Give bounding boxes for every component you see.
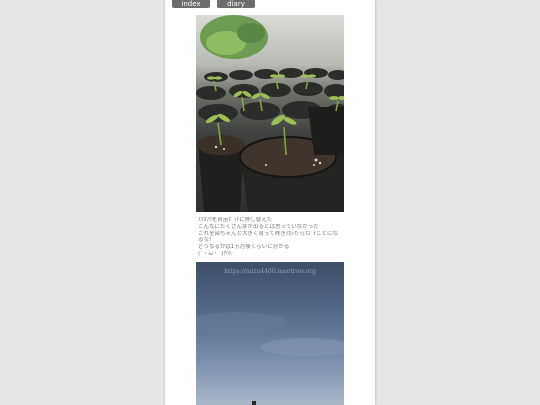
caption-line: これ全部ちゃんと大きく育って咲きｿﾛｯたらｽｺﾞｲことにな (198, 230, 338, 237)
caption-line: ｽｲｶｿｳを育苗ﾎﾟｯﾄに移し替えた (198, 217, 273, 223)
diary-index-button[interactable]: diary index (217, 0, 255, 16)
caption-line: (´・ω・`)ｱﾊﾊ (198, 250, 232, 257)
seedlings-image (196, 15, 344, 212)
sky-image (196, 312, 344, 405)
caption-line: どうなるかは1ヵ月後くらいに分かる (198, 244, 290, 251)
sky-photo: https://mizu4460.meetrow.org (196, 262, 344, 405)
diary-caption: ｽｲｶｿｳを育苗ﾎﾟｯﾄに移し替えた こんなにたくさん芽が出るとは思っていなかっ… (198, 217, 346, 258)
caption-line: るな! (198, 237, 212, 244)
index-button[interactable]: index (172, 0, 210, 8)
seedlings-photo (196, 15, 344, 212)
caption-line: こんなにたくさん芽が出るとは思っていなかった (198, 223, 319, 230)
